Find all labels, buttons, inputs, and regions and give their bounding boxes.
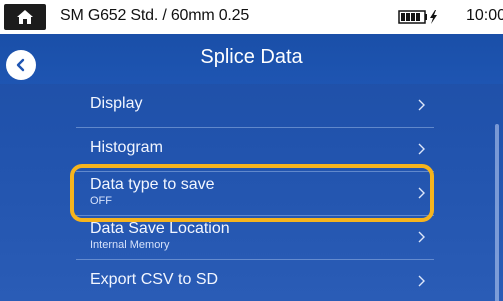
menu-item-data-save-location[interactable]: Data Save Location Internal Memory xyxy=(76,216,434,260)
battery-charging-icon xyxy=(398,10,437,24)
menu-item-histogram[interactable]: Histogram xyxy=(76,128,434,172)
menu-item-value: OFF xyxy=(90,195,112,207)
menu-item-label: Data type to save xyxy=(90,176,215,193)
clock: 10:00 xyxy=(466,7,503,24)
menu-item-display[interactable]: Display xyxy=(76,84,434,128)
menu-item-label: Data Save Location xyxy=(90,220,230,237)
status-bar: SM G652 Std. / 60mm 0.25 10:00 xyxy=(0,0,503,34)
menu-item-data-type-to-save[interactable]: Data type to save OFF xyxy=(76,172,434,216)
menu-item-value: Internal Memory xyxy=(90,239,170,251)
chevron-right-icon xyxy=(418,275,425,287)
splice-data-screen: Splice Data Display Histogram Data type … xyxy=(0,34,503,301)
menu-item-label: Export CSV to SD xyxy=(90,271,219,288)
page-title: Splice Data xyxy=(200,46,303,68)
scrollbar[interactable] xyxy=(495,124,499,301)
menu-item-label: Display xyxy=(90,95,143,112)
profile-label: SM G652 Std. / 60mm 0.25 xyxy=(60,7,250,24)
chevron-right-icon xyxy=(418,99,425,111)
menu-item-export-csv[interactable]: Export CSV to SD xyxy=(76,260,434,301)
menu-item-label: Histogram xyxy=(90,139,163,156)
home-icon xyxy=(17,10,33,24)
settings-menu: Display Histogram Data type to save OFF … xyxy=(76,84,434,301)
screen-header: Splice Data xyxy=(0,34,503,84)
chevron-right-icon xyxy=(418,143,425,155)
chevron-right-icon xyxy=(418,231,425,243)
home-button[interactable] xyxy=(4,4,46,30)
chevron-right-icon xyxy=(418,187,425,199)
